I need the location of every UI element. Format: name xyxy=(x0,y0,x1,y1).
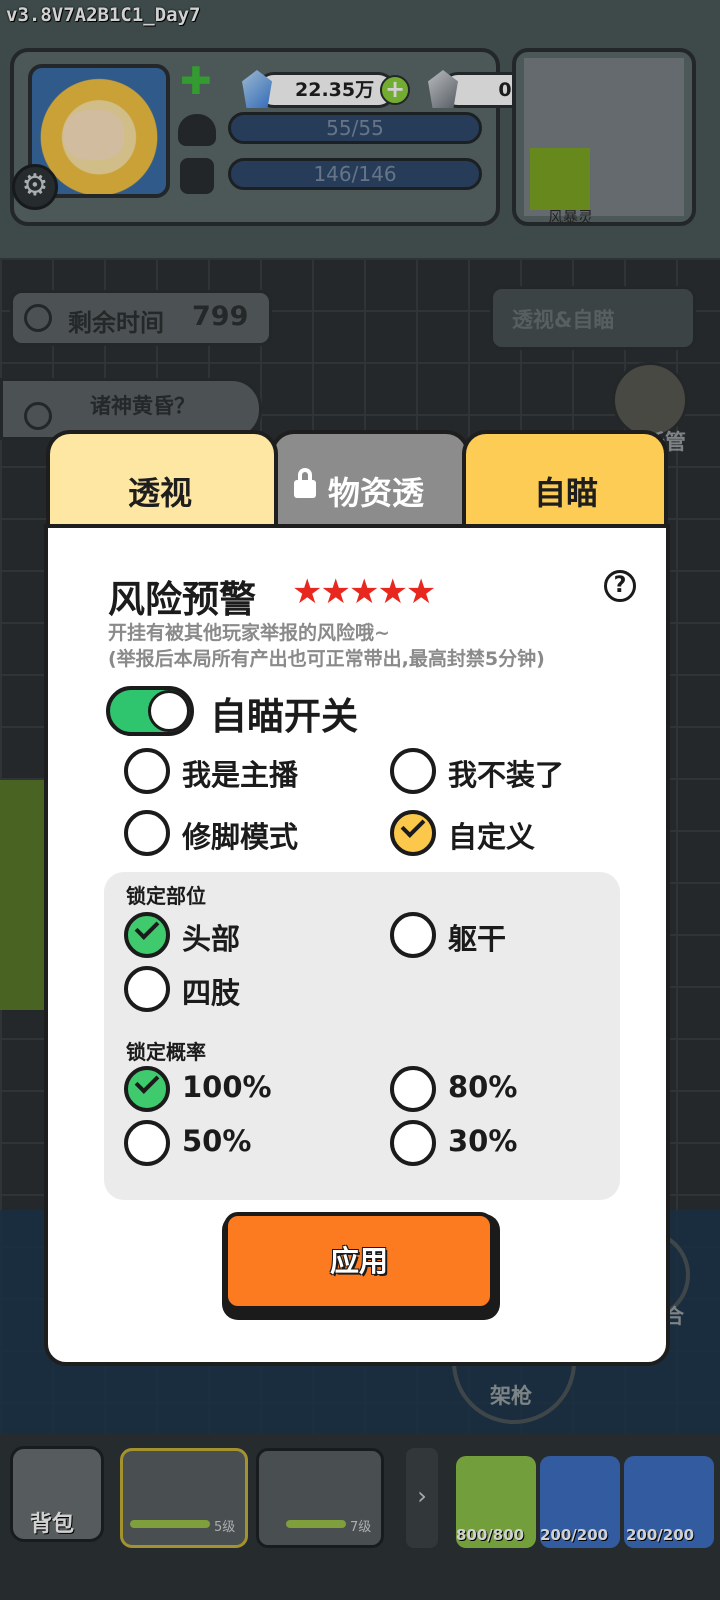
aim-toggle-knob xyxy=(148,690,190,732)
apply-button-label: 应用 xyxy=(329,1244,388,1278)
warning-line-2: (举报后本局所有产出也可正常带出,最高封禁5分钟) xyxy=(108,648,545,670)
check-icon xyxy=(134,1069,160,1094)
part-limbs-radio[interactable] xyxy=(124,966,170,1012)
tab-xray-label: 透视 xyxy=(128,475,193,511)
mode-unleashed-radio[interactable] xyxy=(390,748,436,794)
check-icon xyxy=(400,813,426,838)
mode-streamer-label: 我是主播 xyxy=(182,758,299,792)
mode-custom-radio[interactable] xyxy=(390,810,436,856)
prob-50-radio[interactable] xyxy=(124,1120,170,1166)
prob-30-label: 30% xyxy=(448,1124,518,1158)
part-limbs-label: 四肢 xyxy=(182,976,241,1010)
prob-100-label: 100% xyxy=(182,1070,272,1104)
aim-toggle-label: 自瞄开关 xyxy=(210,695,358,738)
part-torso-radio[interactable] xyxy=(390,912,436,958)
lock-part-title: 锁定部位 xyxy=(126,884,206,908)
part-head-radio[interactable] xyxy=(124,912,170,958)
mode-unleashed-label: 我不装了 xyxy=(448,758,565,792)
mode-leg-radio[interactable] xyxy=(124,810,170,856)
lock-prob-title: 锁定概率 xyxy=(126,1040,206,1064)
prob-80-radio[interactable] xyxy=(390,1066,436,1112)
prob-30-radio[interactable] xyxy=(390,1120,436,1166)
tab-aim-label: 自瞄 xyxy=(534,475,599,511)
risk-stars-icon: ★★★★★ xyxy=(292,572,436,612)
prob-80-label: 80% xyxy=(448,1070,518,1104)
prob-100-radio[interactable] xyxy=(124,1066,170,1112)
risk-warning-title: 风险预警 xyxy=(108,578,256,621)
part-torso-label: 躯干 xyxy=(448,922,507,956)
apply-button[interactable]: 应用 xyxy=(224,1212,494,1310)
tab-supply-xray-label: 物资透 xyxy=(328,475,425,511)
check-icon xyxy=(134,915,160,940)
mode-streamer-radio[interactable] xyxy=(124,748,170,794)
lock-icon xyxy=(294,480,316,498)
mode-custom-label: 自定义 xyxy=(448,820,536,854)
part-head-label: 头部 xyxy=(182,922,241,956)
mode-leg-label: 修脚模式 xyxy=(182,820,299,854)
help-icon[interactable]: ? xyxy=(604,570,636,602)
warning-line-1: 开挂有被其他玩家举报的风险哦~ xyxy=(108,622,390,644)
prob-50-label: 50% xyxy=(182,1124,252,1158)
